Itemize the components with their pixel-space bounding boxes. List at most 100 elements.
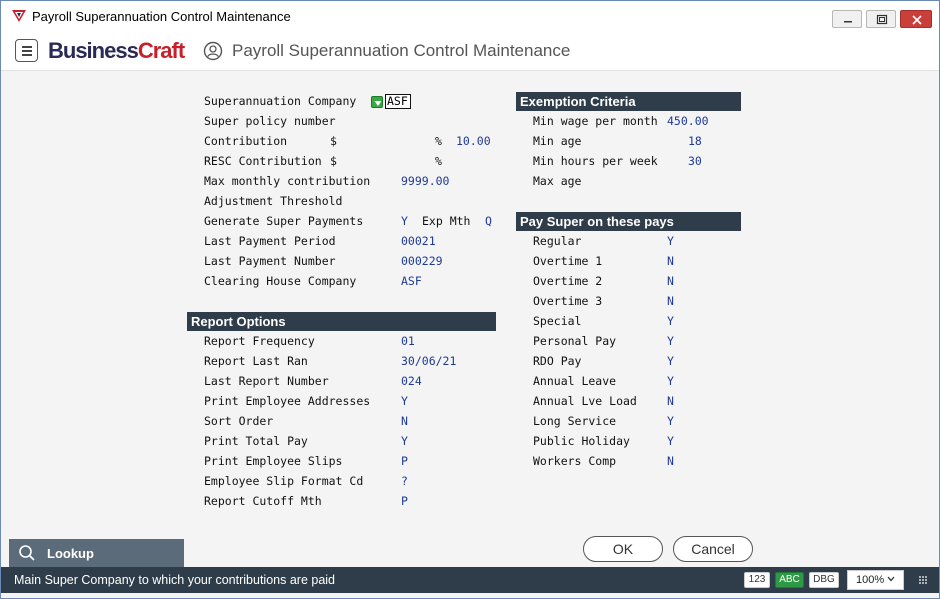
numeric-mode-indicator[interactable]: 123 xyxy=(744,572,770,588)
pay-super-row-value[interactable]: Y xyxy=(667,414,674,428)
report-options-row-value[interactable]: Y xyxy=(401,394,408,408)
superannuation-company-input[interactable]: ASF xyxy=(385,94,411,109)
superannuation-company-label: Superannuation Company xyxy=(204,94,357,108)
exp-mth-label: Exp Mth xyxy=(422,214,471,228)
pay-super-row-label: Overtime 2 xyxy=(533,274,603,288)
pay-super-row-label: Personal Pay xyxy=(533,334,617,348)
pay-super-row-label: RDO Pay xyxy=(533,354,582,368)
last-payment-period-field[interactable]: 00021 xyxy=(401,234,436,248)
pay-super-row-label: Annual Leave xyxy=(533,374,617,388)
pay-super-row-label: Special xyxy=(533,314,582,328)
report-options-row-label: Print Employee Addresses xyxy=(204,394,371,408)
last-payment-number-field[interactable]: 000229 xyxy=(401,254,443,268)
report-options-row-label: Report Frequency xyxy=(204,334,315,348)
payroll-app-icon xyxy=(12,10,26,22)
pay-super-row-value[interactable]: Y xyxy=(667,314,674,328)
search-icon xyxy=(19,545,35,561)
pay-super-row-value[interactable]: N xyxy=(667,294,674,308)
exemption-row-label: Min age xyxy=(533,134,582,148)
pay-super-row-label: Regular xyxy=(533,234,582,248)
menu-line xyxy=(22,50,32,52)
page-title: Payroll Superannuation Control Maintenan… xyxy=(232,41,571,60)
report-options-row-value[interactable]: N xyxy=(401,414,408,428)
zoom-select[interactable]: 100% xyxy=(847,570,904,590)
report-options-row-value[interactable]: Y xyxy=(401,434,408,448)
exemption-row-label: Min hours per week xyxy=(533,154,658,168)
pay-super-row-value[interactable]: N xyxy=(667,254,674,268)
report-options-row-value[interactable]: ? xyxy=(401,474,408,488)
report-options-row-label: Report Last Ran xyxy=(204,354,308,368)
status-message: Main Super Company to which your contrib… xyxy=(14,573,336,587)
pay-super-header: Pay Super on these pays xyxy=(516,212,741,231)
user-icon[interactable] xyxy=(203,41,223,61)
resc-percent-label: % xyxy=(435,154,442,168)
window-bottom-border xyxy=(1,593,939,598)
pay-super-row-value[interactable]: Y xyxy=(667,434,674,448)
pay-super-row-value[interactable]: Y xyxy=(667,354,674,368)
debug-indicator[interactable]: DBG xyxy=(809,572,839,588)
resize-grip-icon[interactable] xyxy=(918,575,928,585)
report-options-row-label: Last Report Number xyxy=(204,374,329,388)
exemption-row-value[interactable]: 30 xyxy=(688,154,702,168)
menu-line xyxy=(22,54,32,56)
report-options-header: Report Options xyxy=(187,312,496,331)
window-title: Payroll Superannuation Control Maintenan… xyxy=(32,9,291,24)
cancel-button[interactable]: Cancel xyxy=(673,536,753,562)
pay-super-row-value[interactable]: N xyxy=(667,394,674,408)
pay-super-row-value[interactable]: N xyxy=(667,454,674,468)
clearing-house-company-field[interactable]: ASF xyxy=(401,274,422,288)
report-options-row-label: Print Total Pay xyxy=(204,434,308,448)
exemption-row-value[interactable]: 18 xyxy=(688,134,702,148)
close-button[interactable] xyxy=(900,10,932,28)
pay-super-row-label: Long Service xyxy=(533,414,617,428)
contribution-label: Contribution xyxy=(204,134,288,148)
exemption-row-label: Max age xyxy=(533,174,582,188)
pay-super-row-value[interactable]: Y xyxy=(667,334,674,348)
report-options-row-label: Employee Slip Format Cd xyxy=(204,474,364,488)
clearing-house-company-label: Clearing House Company xyxy=(204,274,357,288)
title-bar: Payroll Superannuation Control Maintenan… xyxy=(1,1,939,31)
pay-super-row-value[interactable]: N xyxy=(667,274,674,288)
report-options-row-value[interactable]: P xyxy=(401,454,408,468)
report-options-row-value[interactable]: 024 xyxy=(401,374,422,388)
lookup-indicator-icon[interactable] xyxy=(371,96,383,108)
report-options-row-value[interactable]: P xyxy=(401,494,408,508)
exemption-row-value[interactable]: 450.00 xyxy=(667,114,709,128)
report-options-row-label: Sort Order xyxy=(204,414,274,428)
hamburger-menu-button[interactable] xyxy=(15,39,38,62)
lookup-label: Lookup xyxy=(47,546,94,561)
application-window: Payroll Superannuation Control Maintenan… xyxy=(0,0,940,599)
logo-business: Business xyxy=(48,38,139,63)
maximize-button[interactable] xyxy=(866,10,896,28)
close-icon xyxy=(912,15,922,25)
maximize-icon xyxy=(876,14,888,25)
minimize-button[interactable] xyxy=(832,10,862,28)
ok-button[interactable]: OK xyxy=(583,536,663,562)
report-options-row-label: Print Employee Slips xyxy=(204,454,343,468)
pay-super-row-label: Overtime 1 xyxy=(533,254,603,268)
contribution-percent-field[interactable]: 10.00 xyxy=(456,134,491,148)
pay-super-row-label: Overtime 3 xyxy=(533,294,603,308)
zoom-value: 100% xyxy=(856,574,885,586)
pay-super-row-value[interactable]: Y xyxy=(667,234,674,248)
generate-super-payments-field[interactable]: Y xyxy=(401,214,408,228)
menu-line xyxy=(22,46,32,48)
last-payment-period-label: Last Payment Period xyxy=(204,234,336,248)
lookup-panel[interactable]: Lookup xyxy=(9,539,184,567)
pay-super-row-label: Public Holiday xyxy=(533,434,630,448)
minimize-icon xyxy=(844,21,852,23)
report-options-row-value[interactable]: 30/06/21 xyxy=(401,354,456,368)
pay-super-row-value[interactable]: Y xyxy=(667,374,674,388)
report-options-row-label: Report Cutoff Mth xyxy=(204,494,322,508)
exp-mth-field[interactable]: Q xyxy=(485,214,492,228)
max-monthly-contribution-label: Max monthly contribution xyxy=(204,174,371,188)
generate-super-payments-label: Generate Super Payments xyxy=(204,214,364,228)
contribution-percent-label: % xyxy=(435,134,442,148)
businesscraft-logo: BusinessCraft xyxy=(48,38,185,64)
status-bar: Main Super Company to which your contrib… xyxy=(1,567,939,593)
report-options-row-value[interactable]: 01 xyxy=(401,334,415,348)
abc-mode-indicator[interactable]: ABC xyxy=(775,572,804,588)
pay-super-row-label: Workers Comp xyxy=(533,454,617,468)
max-monthly-contribution-field[interactable]: 9999.00 xyxy=(401,174,449,188)
adjustment-threshold-label: Adjustment Threshold xyxy=(204,194,343,208)
